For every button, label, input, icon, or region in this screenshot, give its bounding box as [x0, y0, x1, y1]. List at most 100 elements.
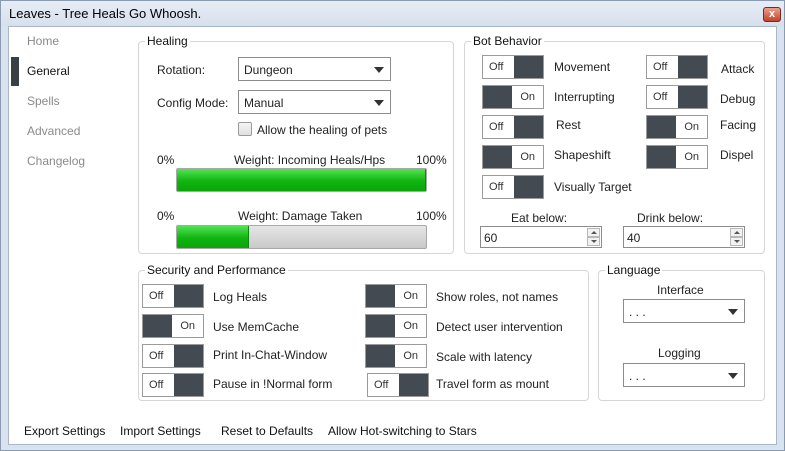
- toggle-shapeshift[interactable]: On: [482, 145, 544, 169]
- toggle-state: On: [403, 320, 418, 332]
- import-settings-button[interactable]: Import Settings: [120, 424, 201, 438]
- shapeshift-label: Shapeshift: [554, 148, 611, 162]
- toggle-pause-form[interactable]: Off: [142, 373, 204, 397]
- drink-below-label: Drink below:: [637, 211, 704, 225]
- toggle-facing[interactable]: On: [646, 115, 708, 139]
- toggle-attack[interactable]: Off: [646, 55, 708, 79]
- config-mode-select[interactable]: Manual: [238, 90, 391, 114]
- toggle-dispel[interactable]: On: [646, 145, 708, 169]
- toggle-state: Off: [149, 350, 164, 362]
- spin-up-icon[interactable]: [730, 228, 743, 237]
- toggle-state: Off: [489, 181, 504, 193]
- weight1-max-label: 100%: [416, 153, 447, 167]
- log-heals-label: Log Heals: [213, 290, 268, 304]
- weight1-fill: [177, 169, 426, 191]
- visually-target-label: Visually Target: [554, 180, 632, 194]
- chevron-down-icon: [374, 67, 384, 73]
- rest-label: Rest: [556, 118, 581, 132]
- nav-item-home[interactable]: Home: [27, 34, 59, 48]
- pets-checkbox-label: Allow the healing of pets: [257, 123, 388, 137]
- toggle-travel-form[interactable]: Off: [367, 373, 429, 397]
- toggle-debug[interactable]: Off: [646, 85, 708, 109]
- toggle-rest[interactable]: Off: [482, 115, 544, 139]
- toggle-movement[interactable]: Off: [482, 55, 544, 79]
- movement-label: Movement: [554, 60, 611, 74]
- rotation-label: Rotation:: [157, 63, 206, 77]
- print-chat-label: Print In-Chat-Window: [213, 348, 328, 362]
- nav-item-changelog[interactable]: Changelog: [27, 154, 85, 168]
- toggle-detect-intervention[interactable]: On: [365, 314, 427, 338]
- spin-up-icon[interactable]: [587, 228, 600, 237]
- spin-down-icon[interactable]: [587, 237, 600, 246]
- weight2-fill: [177, 226, 250, 248]
- show-roles-label: Show roles, not names: [436, 290, 559, 304]
- title-bar[interactable]: Leaves - Tree Heals Go Whoosh. x: [1, 1, 784, 26]
- eat-below-label: Eat below:: [511, 211, 568, 225]
- toggle-state: Off: [489, 121, 504, 133]
- toggle-state: Off: [374, 379, 389, 391]
- toggle-state: Off: [489, 61, 504, 73]
- scale-latency-label: Scale with latency: [436, 350, 533, 364]
- weight2-slider[interactable]: [176, 225, 427, 249]
- chevron-down-icon: [728, 309, 738, 315]
- interface-label: Interface: [657, 283, 704, 297]
- chevron-down-icon: [374, 100, 384, 106]
- security-group-title: Security and Performance: [145, 263, 288, 277]
- nav-item-general[interactable]: General: [27, 64, 70, 78]
- interface-value: . . .: [629, 305, 646, 319]
- drink-below-value: 40: [627, 231, 641, 245]
- facing-label: Facing: [720, 118, 757, 132]
- debug-label: Debug: [720, 92, 756, 106]
- toggle-visually-target[interactable]: Off: [482, 175, 544, 199]
- nav-active-marker: [11, 57, 19, 86]
- rotation-value: Dungeon: [244, 63, 293, 77]
- weight1-slider[interactable]: [176, 168, 427, 192]
- config-mode-value: Manual: [244, 96, 284, 110]
- language-group-title: Language: [605, 263, 663, 277]
- logging-value: . . .: [629, 369, 646, 383]
- toggle-interrupting[interactable]: On: [482, 85, 544, 109]
- spin-down-icon[interactable]: [730, 237, 743, 246]
- toggle-log-heals[interactable]: Off: [142, 284, 204, 308]
- toggle-state: Off: [653, 91, 668, 103]
- weight2-max-label: 100%: [416, 209, 447, 223]
- logging-select[interactable]: . . .: [623, 363, 745, 387]
- weight2-title: Weight: Damage Taken: [238, 209, 363, 223]
- dispel-label: Dispel: [720, 148, 754, 162]
- toggle-state: On: [403, 350, 418, 362]
- bot-behavior-title: Bot Behavior: [471, 34, 544, 48]
- healing-group-title: Healing: [145, 34, 190, 48]
- detect-intervention-label: Detect user intervention: [436, 320, 563, 334]
- toggle-print-chat[interactable]: Off: [142, 344, 204, 368]
- window-title: Leaves - Tree Heals Go Whoosh.: [9, 6, 202, 21]
- interface-select[interactable]: . . .: [623, 299, 745, 323]
- close-button[interactable]: x: [763, 7, 781, 22]
- export-settings-button[interactable]: Export Settings: [24, 424, 105, 438]
- toggle-state: On: [180, 320, 195, 332]
- toggle-memcache[interactable]: On: [142, 314, 204, 338]
- toggle-state: On: [520, 91, 535, 103]
- nav-item-advanced[interactable]: Advanced: [27, 124, 80, 138]
- hot-switch-button[interactable]: Allow Hot-switching to Stars: [328, 424, 477, 438]
- drink-below-input[interactable]: 40: [623, 226, 745, 248]
- toggle-state: On: [684, 151, 699, 163]
- toggle-show-roles[interactable]: On: [365, 284, 427, 308]
- weight2-min-label: 0%: [157, 209, 175, 223]
- toggle-scale-latency[interactable]: On: [365, 344, 427, 368]
- nav-item-spells[interactable]: Spells: [27, 94, 60, 108]
- toggle-state: On: [684, 121, 699, 133]
- weight1-title: Weight: Incoming Heals/Hps: [234, 153, 386, 167]
- attack-label: Attack: [721, 62, 755, 76]
- pets-checkbox[interactable]: [238, 122, 252, 136]
- toggle-state: Off: [149, 290, 164, 302]
- config-mode-label: Config Mode:: [157, 96, 229, 110]
- memcache-label: Use MemCache: [213, 320, 300, 334]
- rotation-select[interactable]: Dungeon: [238, 57, 391, 81]
- reset-defaults-button[interactable]: Reset to Defaults: [221, 424, 313, 438]
- toggle-state: Off: [653, 61, 668, 73]
- eat-below-input[interactable]: 60: [480, 226, 602, 248]
- toggle-state: On: [520, 151, 535, 163]
- interrupting-label: Interrupting: [554, 90, 615, 104]
- toggle-state: On: [403, 290, 418, 302]
- toggle-state: Off: [149, 379, 164, 391]
